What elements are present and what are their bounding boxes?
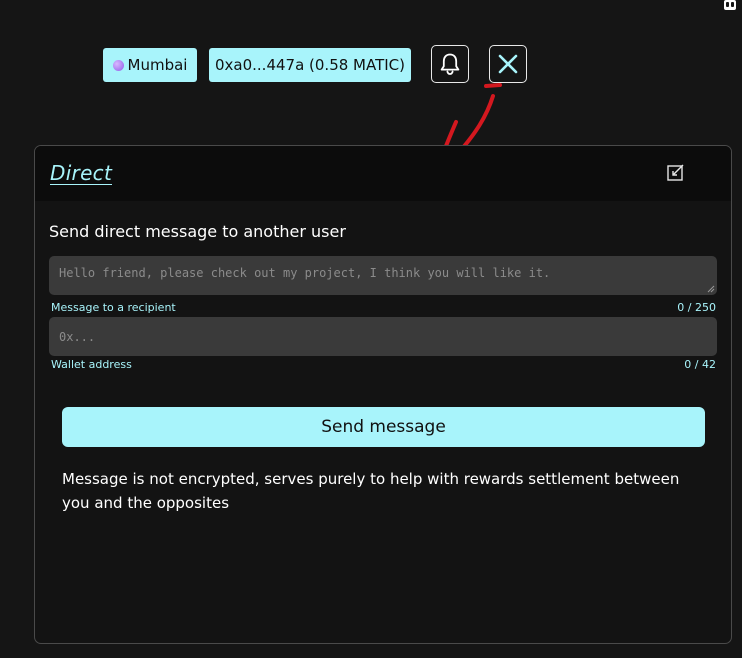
wallet-char-counter: 0 / 42	[684, 358, 716, 371]
polygon-network-icon	[112, 59, 124, 71]
notifications-button[interactable]	[431, 45, 469, 83]
panel-title-underline	[50, 184, 112, 185]
bell-icon	[440, 53, 460, 75]
wallet-account-button[interactable]: 0xa0...447a (0.58 MATIC)	[209, 48, 411, 82]
close-icon	[498, 54, 518, 74]
close-button[interactable]	[489, 45, 527, 83]
message-char-counter: 0 / 250	[677, 301, 716, 314]
network-label: Mumbai	[127, 56, 188, 74]
extension-icon[interactable]	[724, 0, 736, 10]
wallet-address-input[interactable]	[49, 317, 717, 356]
message-helper-text: Message to a recipient	[51, 301, 176, 314]
send-message-button[interactable]: Send message	[62, 407, 705, 447]
network-selector-button[interactable]: Mumbai	[103, 48, 197, 82]
app-root: Mumbai 0xa0...447a (0.58 MATIC) Direct S…	[0, 0, 742, 658]
wallet-label: 0xa0...447a (0.58 MATIC)	[214, 56, 406, 74]
message-input[interactable]	[49, 256, 717, 295]
encryption-notice: Message is not encrypted, serves purely …	[62, 470, 680, 512]
compose-icon[interactable]	[666, 162, 686, 182]
wallet-helper-text: Wallet address	[51, 358, 132, 371]
direct-message-panel: Direct Send direct message to another us…	[34, 145, 732, 644]
panel-heading: Send direct message to another user	[49, 222, 346, 241]
panel-title: Direct	[50, 161, 113, 185]
panel-header: Direct	[35, 146, 731, 201]
